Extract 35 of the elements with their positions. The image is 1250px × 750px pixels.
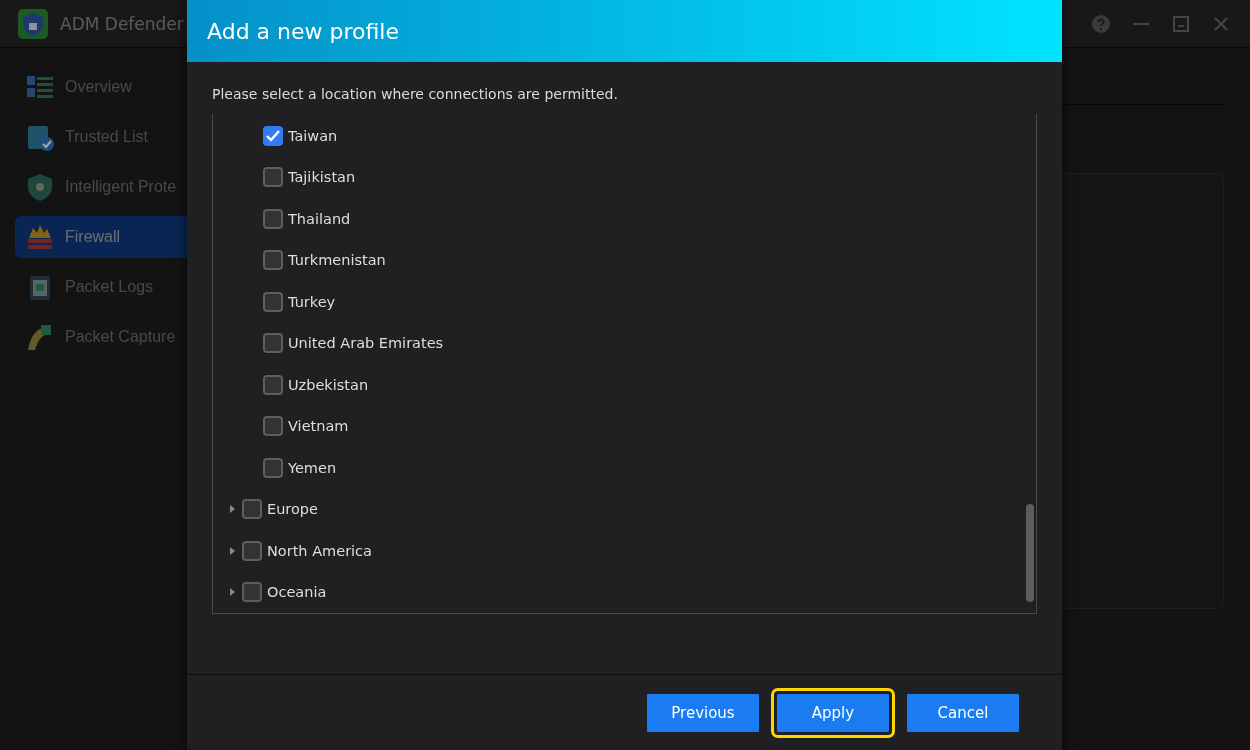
- region-label: North America: [267, 542, 372, 559]
- country-label: United Arab Emirates: [288, 335, 444, 352]
- checkbox[interactable]: [263, 208, 283, 229]
- app-title: ADM Defender: [60, 13, 184, 34]
- checkbox[interactable]: [263, 125, 283, 146]
- shield-icon: [25, 172, 55, 202]
- checkbox[interactable]: [263, 374, 283, 395]
- country-label: Vietnam: [288, 418, 349, 435]
- country-label: Yemen: [288, 459, 337, 476]
- checkbox[interactable]: [242, 582, 262, 603]
- expand-caret-icon[interactable]: [229, 545, 237, 556]
- checkbox[interactable]: [263, 333, 283, 354]
- dialog-button[interactable]: Apply: [771, 688, 895, 738]
- country-label: Taiwan: [288, 127, 338, 144]
- checkbox[interactable]: [263, 416, 283, 437]
- instruction-text: Please select a location where connections are permitted.: [212, 86, 619, 102]
- country-label: Tajikistan: [288, 169, 356, 186]
- checkbox[interactable]: [263, 457, 283, 478]
- region-label: Europe: [267, 501, 318, 518]
- scrollbar-thumb[interactable]: [1026, 504, 1034, 602]
- checkbox[interactable]: [242, 540, 262, 561]
- checkbox[interactable]: [242, 499, 262, 520]
- expand-caret-icon[interactable]: [229, 504, 237, 515]
- help-icon[interactable]: [1090, 12, 1112, 35]
- dialog-title: Add a new profile: [187, 0, 1062, 62]
- country-label: Turkey: [288, 293, 336, 310]
- checkbox[interactable]: [263, 291, 283, 312]
- country-label: Turkmenistan: [288, 252, 386, 269]
- checkbox[interactable]: [263, 250, 283, 271]
- checkbox[interactable]: [263, 167, 283, 188]
- app-logo-icon: [18, 8, 48, 39]
- country-label: Uzbekistan: [288, 376, 369, 393]
- expand-caret-icon[interactable]: [229, 587, 237, 598]
- region-label: Oceania: [267, 584, 327, 601]
- country-label: Thailand: [288, 210, 351, 227]
